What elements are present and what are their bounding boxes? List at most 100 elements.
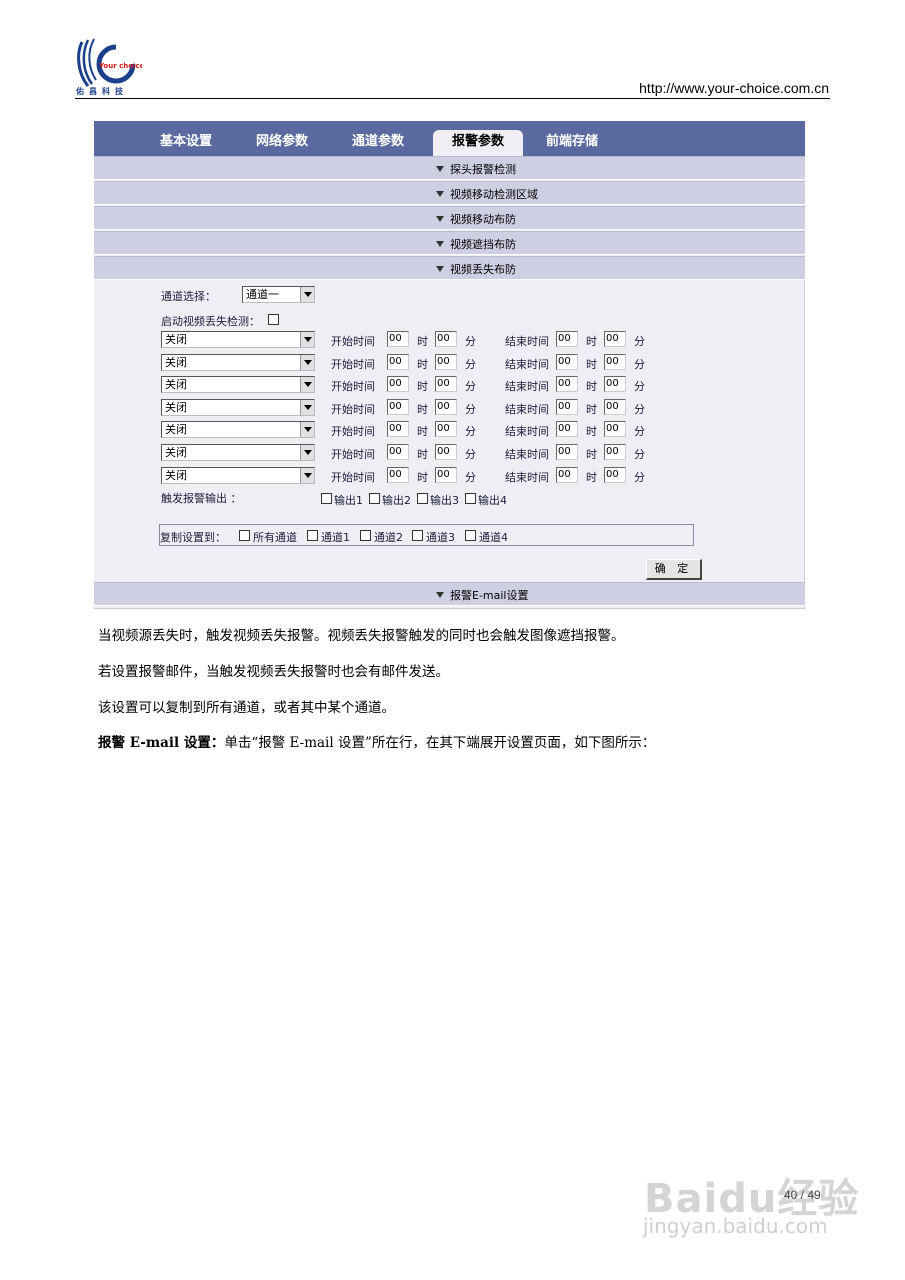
minute-unit-label: 分 xyxy=(465,380,476,393)
alarm-settings-panel: 基本设置 网络参数 通道参数 报警参数 前端存储 探头报警检测 视频移动检测区域… xyxy=(94,121,805,609)
end-minute-input[interactable]: 00 xyxy=(604,467,626,483)
chevron-down-icon xyxy=(300,355,314,370)
copy-channel-3-checkbox[interactable] xyxy=(412,530,423,541)
start-time-label: 开始时间 xyxy=(331,425,375,438)
schedule-mode-select[interactable]: 关闭 xyxy=(161,444,315,461)
minute-unit-label: 分 xyxy=(465,358,476,371)
schedule-mode-select[interactable]: 关闭 xyxy=(161,354,315,371)
tab-basic-settings[interactable]: 基本设置 xyxy=(160,133,212,156)
copy-channel-1-checkbox[interactable] xyxy=(307,530,318,541)
end-time-label: 结束时间 xyxy=(505,425,549,438)
logo-caption: 佑昌科技 xyxy=(76,86,128,96)
start-hour-input[interactable]: 00 xyxy=(387,467,409,483)
end-hour-input[interactable]: 00 xyxy=(556,331,578,347)
expand-arrow-icon xyxy=(436,216,444,222)
section-alarm-email[interactable]: 报警E-mail设置 xyxy=(94,582,805,606)
end-hour-input[interactable]: 00 xyxy=(556,444,578,460)
start-hour-input[interactable]: 00 xyxy=(387,331,409,347)
output-3-checkbox[interactable] xyxy=(417,493,428,504)
start-minute-input[interactable]: 00 xyxy=(435,354,457,370)
end-minute-input[interactable]: 00 xyxy=(604,354,626,370)
output-1-label: 输出1 xyxy=(334,494,363,507)
end-time-label: 结束时间 xyxy=(505,358,549,371)
end-hour-input[interactable]: 00 xyxy=(556,354,578,370)
paragraph-copy: 该设置可以复制到所有通道，或者其中某个通道。 xyxy=(98,700,395,716)
tab-alarm-params[interactable]: 报警参数 xyxy=(433,130,523,156)
channel-select[interactable]: 通道一 xyxy=(242,286,315,303)
hour-unit-label: 时 xyxy=(417,358,428,371)
expand-arrow-icon xyxy=(436,266,444,272)
end-minute-input[interactable]: 00 xyxy=(604,444,626,460)
trigger-output-label: 触发报警输出 ： xyxy=(161,492,242,505)
schedule-mode-select[interactable]: 关闭 xyxy=(161,467,315,484)
schedule-mode-select[interactable]: 关闭 xyxy=(161,399,315,416)
copy-channel-3-label: 通道3 xyxy=(426,531,455,544)
section-video-loss-arm[interactable]: 视频丢失布防 xyxy=(94,256,805,280)
section-occlusion-arm[interactable]: 视频遮挡布防 xyxy=(94,231,805,255)
hour-unit-label: 时 xyxy=(586,448,597,461)
minute-unit-label: 分 xyxy=(465,335,476,348)
header-divider xyxy=(75,98,830,99)
email-settings-text: 单击“报警 E-mail 设置”所在行，在其下端展开设置页面，如下图所示： xyxy=(224,735,656,751)
tab-channel-params[interactable]: 通道参数 xyxy=(352,133,404,156)
logo-text: Your choice xyxy=(98,62,142,70)
start-hour-input[interactable]: 00 xyxy=(387,421,409,437)
tab-frontend-storage[interactable]: 前端存储 xyxy=(546,133,598,156)
tab-network-params[interactable]: 网络参数 xyxy=(256,133,308,156)
section-motion-arm[interactable]: 视频移动布防 xyxy=(94,206,805,230)
start-minute-input[interactable]: 00 xyxy=(435,444,457,460)
schedule-mode-select[interactable]: 关闭 xyxy=(161,331,315,348)
copy-all-channels-checkbox[interactable] xyxy=(239,530,250,541)
start-hour-input[interactable]: 00 xyxy=(387,444,409,460)
copy-channel-4-label: 通道4 xyxy=(479,531,508,544)
end-hour-input[interactable]: 00 xyxy=(556,376,578,392)
paragraph-email: 若设置报警邮件，当触发视频丢失报警时也会有邮件发送。 xyxy=(98,664,449,680)
hour-unit-label: 时 xyxy=(417,448,428,461)
copy-channel-4-checkbox[interactable] xyxy=(465,530,476,541)
end-hour-input[interactable]: 00 xyxy=(556,421,578,437)
enable-detection-checkbox[interactable] xyxy=(268,314,279,325)
chevron-down-icon xyxy=(300,422,314,437)
tab-bar: 基本设置 网络参数 通道参数 报警参数 前端存储 xyxy=(94,121,805,156)
schedule-mode-select[interactable]: 关闭 xyxy=(161,421,315,438)
section-probe-alarm[interactable]: 探头报警检测 xyxy=(94,156,805,180)
output-4-checkbox[interactable] xyxy=(465,493,476,504)
hour-unit-label: 时 xyxy=(417,403,428,416)
expand-arrow-icon xyxy=(436,592,444,598)
end-hour-input[interactable]: 00 xyxy=(556,399,578,415)
chevron-down-icon xyxy=(300,287,314,302)
output-1-checkbox[interactable] xyxy=(321,493,332,504)
end-time-label: 结束时间 xyxy=(505,380,549,393)
start-time-label: 开始时间 xyxy=(331,448,375,461)
chevron-down-icon xyxy=(300,377,314,392)
start-minute-input[interactable]: 00 xyxy=(435,421,457,437)
start-minute-input[interactable]: 00 xyxy=(435,376,457,392)
end-time-label: 结束时间 xyxy=(505,448,549,461)
header-url: http://www.your-choice.com.cn xyxy=(639,80,829,96)
end-minute-input[interactable]: 00 xyxy=(604,376,626,392)
chevron-down-icon xyxy=(300,332,314,347)
end-minute-input[interactable]: 00 xyxy=(604,421,626,437)
start-minute-input[interactable]: 00 xyxy=(435,467,457,483)
minute-unit-label: 分 xyxy=(634,403,645,416)
section-motion-area[interactable]: 视频移动检测区域 xyxy=(94,181,805,205)
end-minute-input[interactable]: 00 xyxy=(604,331,626,347)
end-minute-input[interactable]: 00 xyxy=(604,399,626,415)
start-hour-input[interactable]: 00 xyxy=(387,354,409,370)
copy-channel-2-checkbox[interactable] xyxy=(360,530,371,541)
start-hour-input[interactable]: 00 xyxy=(387,376,409,392)
hour-unit-label: 时 xyxy=(417,335,428,348)
start-minute-input[interactable]: 00 xyxy=(435,331,457,347)
hour-unit-label: 时 xyxy=(586,358,597,371)
expand-arrow-icon xyxy=(436,191,444,197)
schedule-mode-select[interactable]: 关闭 xyxy=(161,376,315,393)
start-hour-input[interactable]: 00 xyxy=(387,399,409,415)
ok-button[interactable]: 确 定 xyxy=(646,559,702,580)
end-hour-input[interactable]: 00 xyxy=(556,467,578,483)
enable-detection-label: 启动视频丢失检测： xyxy=(161,315,260,328)
output-2-checkbox[interactable] xyxy=(369,493,380,504)
end-time-label: 结束时间 xyxy=(505,471,549,484)
start-minute-input[interactable]: 00 xyxy=(435,399,457,415)
hour-unit-label: 时 xyxy=(586,380,597,393)
hour-unit-label: 时 xyxy=(586,335,597,348)
